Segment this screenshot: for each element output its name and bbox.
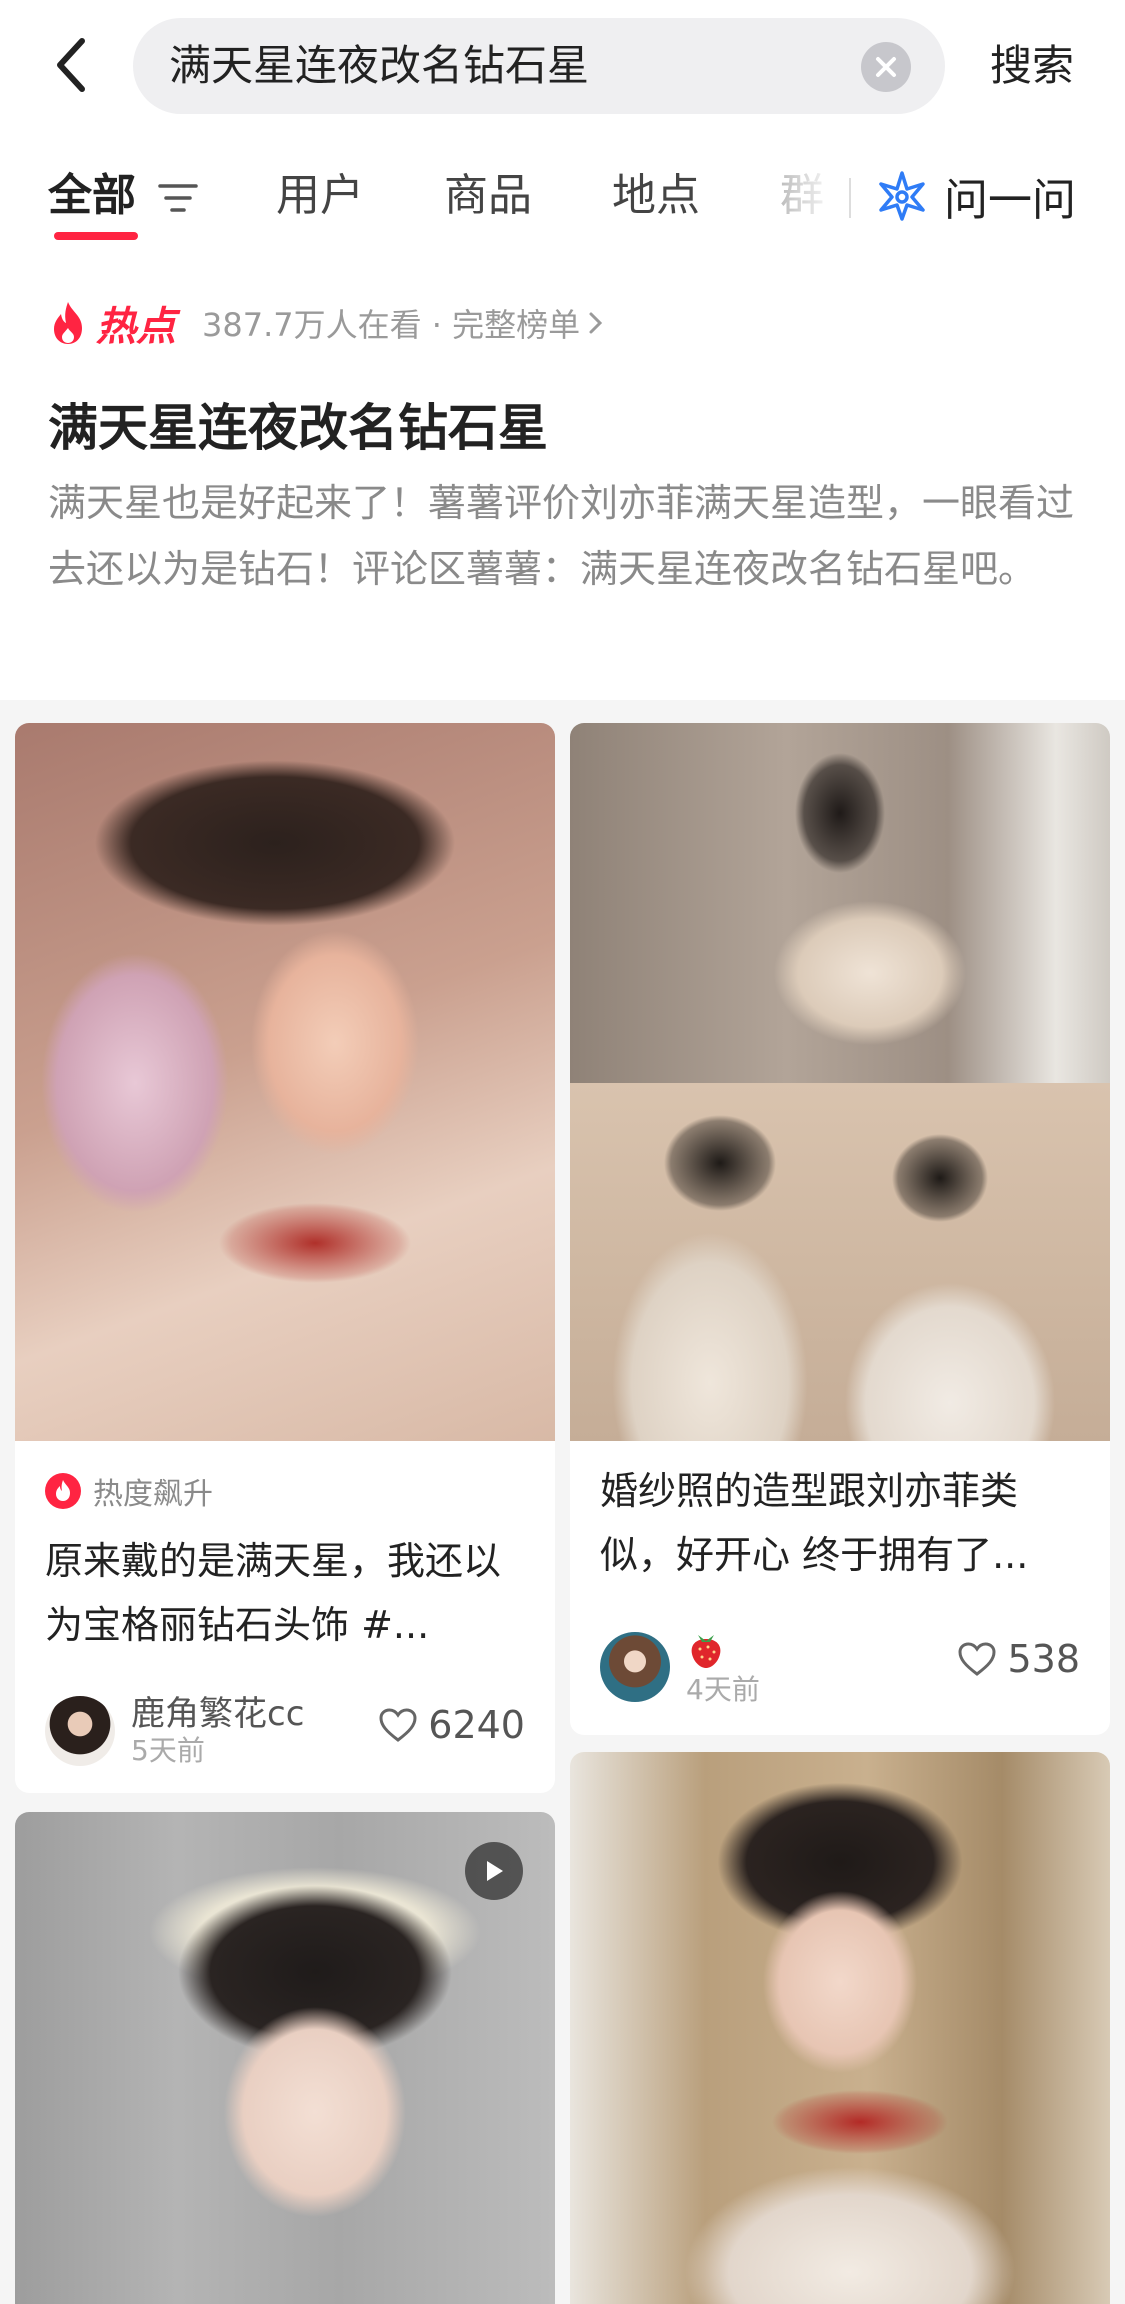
chevron-left-icon [57, 38, 85, 92]
search-button[interactable]: 搜索 [990, 30, 1074, 102]
like-button[interactable]: 538 [957, 1637, 1080, 1681]
post-time: 5天前 [131, 1734, 205, 1767]
note-card[interactable] [570, 1752, 1110, 2304]
search-query: 满天星连夜改名钻石星 [169, 41, 590, 90]
like-count: 538 [1007, 1637, 1080, 1681]
sparkle-star-icon [879, 171, 925, 221]
author-name: 鹿角繁花cc [131, 1694, 305, 1734]
ask-label: 问一问 [944, 175, 1076, 226]
note-title: 婚纱照的造型跟刘亦菲类似，好开心 终于拥有了... [600, 1469, 1029, 1577]
tab-users[interactable]: 用户 [276, 168, 364, 224]
hot-header: 热点 387.7万人在看 · 完整榜单 [48, 298, 606, 350]
heart-icon [379, 1708, 417, 1742]
chevron-right-icon [589, 312, 603, 334]
note-image-top[interactable] [570, 723, 1110, 1083]
note-card[interactable]: 热度飙升 原来戴的是满天星，我还以为宝格丽钻石头饰 #... 鹿角繁花cc 5天… [15, 723, 555, 1793]
clear-search-button[interactable] [861, 42, 911, 92]
tab-bar: 全部 用户 商品 地点 群 问一问 [0, 130, 1125, 260]
hot-title: 满天星连夜改名钻石星 [48, 399, 548, 457]
strawberry-icon [691, 1635, 721, 1668]
heart-icon [958, 1642, 996, 1676]
note-body: 婚纱照的造型跟刘亦菲类似，好开心 终于拥有了... 4天前 538 [570, 1441, 1110, 1735]
like-button[interactable]: 6240 [378, 1703, 525, 1747]
tab-places[interactable]: 地点 [612, 168, 700, 224]
tab-products[interactable]: 商品 [444, 168, 532, 224]
note-image[interactable] [15, 723, 555, 1441]
tab-fade [778, 160, 838, 230]
note-author[interactable]: 4天前 [600, 1627, 760, 1707]
note-card[interactable] [15, 1812, 555, 2304]
note-card[interactable]: 婚纱照的造型跟刘亦菲类似，好开心 终于拥有了... 4天前 538 [570, 723, 1110, 1735]
post-time: 4天前 [686, 1673, 760, 1706]
flame-badge-icon [45, 1473, 81, 1509]
close-icon [876, 57, 896, 77]
hot-tag: 热点 [96, 304, 176, 350]
flame-icon [54, 302, 82, 344]
active-tab-indicator [54, 232, 138, 240]
top-bar: 满天星连夜改名钻石星 搜索 [0, 0, 1125, 130]
hot-topic-card[interactable]: 热点 387.7万人在看 · 完整榜单 满天星连夜改名钻石星 满天星也是好起来了… [0, 260, 1125, 700]
hot-description: 满天星也是好起来了！薯薯评价刘亦菲满天星造型，一眼看过去还以为是钻石！评论区薯薯… [48, 481, 1075, 591]
back-button[interactable] [40, 28, 100, 102]
note-author[interactable]: 鹿角繁花cc 5天前 [45, 1694, 304, 1768]
tab-all[interactable]: 全部 [48, 168, 136, 224]
note-title: 原来戴的是满天星，我还以为宝格丽钻石头饰 #... [45, 1539, 502, 1647]
trend-badge: 热度飙升 [45, 1469, 213, 1513]
note-image-bottom[interactable] [570, 1083, 1110, 1441]
video-play-button[interactable] [465, 1842, 523, 1900]
trend-label: 热度飙升 [93, 1477, 213, 1512]
hot-viewers[interactable]: 387.7万人在看 · 完整榜单 [202, 300, 580, 346]
tab-divider [849, 178, 851, 218]
play-icon [487, 1861, 503, 1881]
like-count: 6240 [428, 1703, 525, 1747]
filter-icon[interactable] [158, 180, 198, 216]
avatar[interactable] [600, 1632, 670, 1702]
avatar[interactable] [45, 1696, 115, 1766]
note-body: 热度飙升 原来戴的是满天星，我还以为宝格丽钻石头饰 #... 鹿角繁花cc 5天… [15, 1441, 555, 1793]
ask-button[interactable]: 问一问 [876, 164, 1076, 228]
note-image[interactable] [570, 1752, 1110, 2304]
search-input[interactable]: 满天星连夜改名钻石星 [133, 18, 945, 114]
